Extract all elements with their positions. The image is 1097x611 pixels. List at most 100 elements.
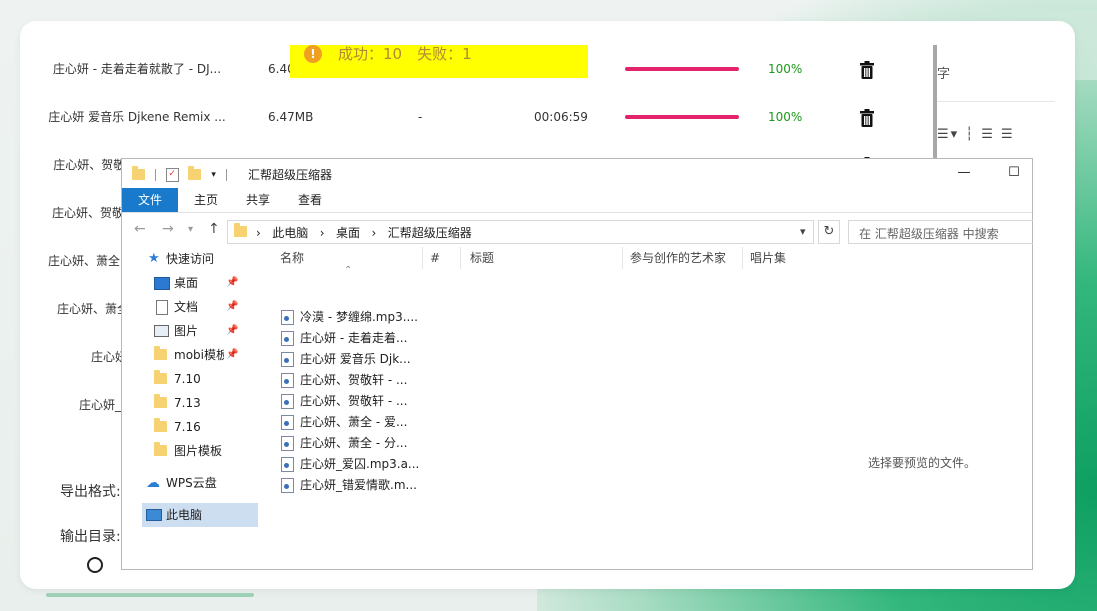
forward-icon[interactable]: → bbox=[162, 221, 174, 237]
column-divider[interactable] bbox=[622, 247, 623, 269]
new-folder-icon[interactable] bbox=[188, 166, 202, 180]
progress-bar bbox=[625, 67, 739, 71]
file-item[interactable]: 庄心妍_错爱情歌.m... bbox=[281, 475, 417, 496]
folder-icon bbox=[154, 418, 167, 432]
list-format-toolbar[interactable]: ☰▾ ┆ ☰ ☰ bbox=[937, 127, 1015, 142]
pin-icon[interactable]: 📌 bbox=[226, 295, 238, 319]
chevron-down-icon[interactable]: ▾ bbox=[800, 225, 806, 238]
window-title: 汇帮超级压缩器 bbox=[248, 168, 333, 182]
breadcrumb-desktop[interactable]: 桌面 bbox=[336, 226, 360, 240]
column-divider[interactable] bbox=[460, 247, 461, 269]
maximize-icon[interactable]: ☐ bbox=[1004, 165, 1024, 181]
column-divider[interactable] bbox=[742, 247, 743, 269]
folder-icon bbox=[132, 166, 145, 180]
navigation-bar: ← → ▾ ↑ › 此电脑 › 桌面 › 汇帮超级压缩器 ▾ ↻ 在 汇帮超级压… bbox=[122, 212, 1033, 246]
document-icon bbox=[156, 300, 168, 315]
folder-icon bbox=[154, 346, 167, 360]
refresh-icon[interactable]: ↻ bbox=[818, 220, 840, 244]
search-input[interactable]: 在 汇帮超级压缩器 中搜索 bbox=[848, 220, 1033, 244]
file-item[interactable]: 庄心妍、萧全 - 爱... bbox=[281, 412, 407, 433]
ribbon-tabs: 文件 主页 共享 查看 bbox=[122, 188, 1032, 213]
export-format-label: 导出格式: bbox=[60, 484, 121, 500]
tab-file[interactable]: 文件 bbox=[122, 188, 178, 212]
audio-file-icon bbox=[281, 457, 294, 472]
file-name: 庄心妍 - 走着走着就散了 - DJ... bbox=[52, 62, 222, 76]
trash-icon[interactable] bbox=[857, 60, 877, 80]
tab-view[interactable]: 查看 bbox=[290, 188, 330, 212]
file-item[interactable]: 庄心妍 - 走着走着... bbox=[281, 328, 407, 349]
folder-icon bbox=[154, 394, 167, 408]
nav-folder-7-13[interactable]: 7.13 bbox=[122, 391, 240, 415]
divider bbox=[225, 168, 227, 181]
file-explorer-window: ✓ ▾ 汇帮超级压缩器 — ☐ 文件 主页 共享 查看 ← → ▾ ↑ › 此电… bbox=[121, 158, 1033, 570]
recent-locations-icon[interactable]: ▾ bbox=[188, 224, 193, 235]
customize-toolbar-icon[interactable]: ▾ bbox=[211, 170, 216, 180]
horizontal-scrollbar[interactable] bbox=[46, 593, 254, 597]
sort-ascending-icon: ⌃ bbox=[344, 265, 353, 276]
nav-documents[interactable]: 文档 📌 bbox=[122, 295, 240, 319]
file-size: 6.47MB bbox=[268, 110, 314, 124]
info-icon: ! bbox=[304, 45, 322, 63]
file-item[interactable]: 庄心妍_爱囚.mp3.a... bbox=[281, 454, 419, 475]
nav-desktop[interactable]: 桌面 📌 bbox=[122, 271, 240, 295]
nav-quick-access[interactable]: ★ 快速访问 bbox=[122, 247, 240, 271]
pin-icon[interactable]: 📌 bbox=[226, 343, 238, 367]
breadcrumb-this-pc[interactable]: 此电脑 bbox=[272, 226, 308, 240]
nav-picture-templates[interactable]: 图片模板 bbox=[122, 439, 240, 463]
column-header-title[interactable]: 标题 bbox=[470, 247, 494, 269]
folder-icon bbox=[154, 442, 167, 456]
nav-this-pc[interactable]: 此电脑 bbox=[142, 503, 258, 527]
audio-file-icon bbox=[281, 394, 294, 409]
column-header-name[interactable]: 名称 bbox=[280, 247, 304, 269]
nav-pictures[interactable]: 图片 📌 bbox=[122, 319, 240, 343]
divider bbox=[937, 101, 1055, 102]
progress-bar bbox=[625, 115, 739, 119]
file-item[interactable]: 庄心妍、贺敬轩 - ... bbox=[281, 391, 407, 412]
nav-folder-7-10[interactable]: 7.10 bbox=[122, 367, 240, 391]
audio-file-icon bbox=[281, 478, 294, 493]
audio-file-icon bbox=[281, 373, 294, 388]
trash-icon[interactable] bbox=[857, 108, 877, 128]
nav-wps-cloud[interactable]: ☁ WPS云盘 bbox=[122, 471, 240, 495]
properties-icon[interactable]: ✓ bbox=[165, 167, 179, 182]
audio-file-icon bbox=[281, 310, 294, 325]
file-item[interactable]: 庄心妍 爱音乐 Djk... bbox=[281, 349, 411, 370]
audio-file-icon bbox=[281, 415, 294, 430]
nav-folder-7-16[interactable]: 7.16 bbox=[122, 415, 240, 439]
address-bar[interactable]: › 此电脑 › 桌面 › 汇帮超级压缩器 ▾ bbox=[227, 220, 814, 244]
column-header-album[interactable]: 唱片集 bbox=[750, 247, 786, 269]
column-header-number[interactable]: # bbox=[430, 247, 440, 269]
nav-mobi-template[interactable]: mobi模板 📌 bbox=[122, 343, 240, 367]
star-icon: ★ bbox=[148, 251, 160, 266]
breadcrumb-folder[interactable]: 汇帮超级压缩器 bbox=[388, 226, 472, 240]
pin-icon[interactable]: 📌 bbox=[226, 319, 238, 343]
file-item[interactable]: 庄心妍、贺敬轩 - ... bbox=[281, 370, 407, 391]
picture-icon bbox=[154, 325, 169, 337]
audio-file-icon bbox=[281, 352, 294, 367]
column-divider[interactable] bbox=[422, 247, 423, 269]
folder-icon bbox=[154, 370, 167, 384]
tab-home[interactable]: 主页 bbox=[186, 188, 226, 212]
radio-button[interactable] bbox=[87, 557, 103, 573]
search-placeholder: 在 汇帮超级压缩器 中搜索 bbox=[859, 227, 999, 241]
computer-icon bbox=[146, 509, 162, 521]
progress-percent: 100% bbox=[768, 110, 803, 124]
pin-icon[interactable]: 📌 bbox=[226, 271, 238, 295]
file-item[interactable]: 冷漠 - 梦缠绵.mp3.... bbox=[281, 307, 418, 328]
breadcrumb-separator: › bbox=[256, 226, 261, 240]
up-icon[interactable]: ↑ bbox=[208, 221, 220, 237]
file-name: 庄心妍 爱音乐 Djkene Remix ... bbox=[48, 110, 226, 124]
progress-percent: 100% bbox=[768, 62, 803, 76]
preview-pane-message: 选择要预览的文件。 bbox=[868, 456, 977, 470]
title-bar: ✓ ▾ 汇帮超级压缩器 — ☐ bbox=[122, 159, 1032, 188]
folder-icon bbox=[234, 223, 247, 237]
divider bbox=[154, 168, 156, 181]
toast-text: 成功：10 失败：1 bbox=[338, 45, 472, 63]
back-icon[interactable]: ← bbox=[134, 221, 146, 237]
editor-pane: 字 ☰▾ ┆ ☰ ☰ bbox=[933, 45, 1055, 142]
minimize-icon[interactable]: — bbox=[954, 165, 974, 181]
tab-share[interactable]: 共享 bbox=[238, 188, 278, 212]
column-header-artist[interactable]: 参与创作的艺术家 bbox=[630, 247, 726, 269]
file-item[interactable]: 庄心妍、萧全 - 分... bbox=[281, 433, 407, 454]
breadcrumb-separator: › bbox=[371, 226, 377, 240]
